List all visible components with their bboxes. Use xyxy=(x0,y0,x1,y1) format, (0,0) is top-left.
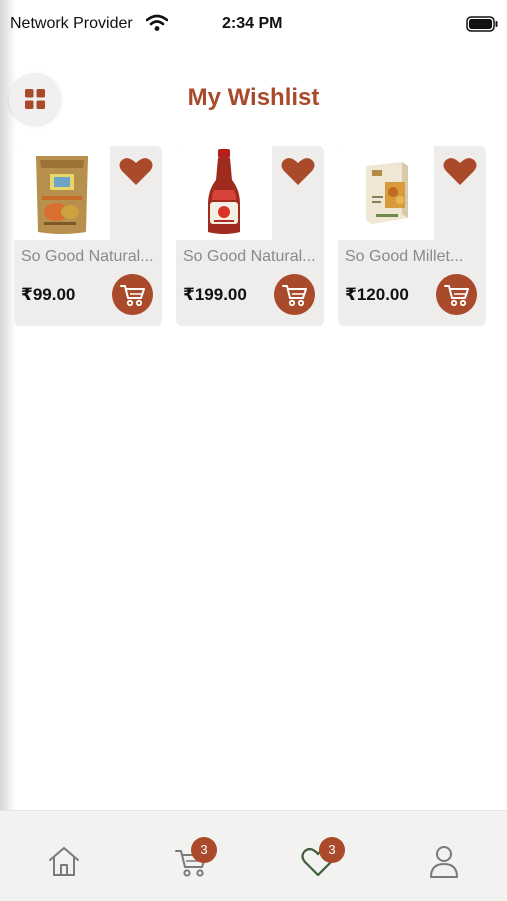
tab-home[interactable] xyxy=(34,811,94,901)
add-to-cart-button[interactable] xyxy=(436,274,477,315)
add-to-cart-button[interactable] xyxy=(274,274,315,315)
wifi-icon xyxy=(146,14,168,31)
cart-icon xyxy=(281,284,307,306)
snack-pouch-image xyxy=(14,146,110,240)
cart-icon xyxy=(119,284,145,306)
product-name: So Good Millet... xyxy=(345,248,464,265)
add-to-cart-button[interactable] xyxy=(112,274,153,315)
carrier-label: Network Provider xyxy=(10,15,133,32)
profile-icon xyxy=(430,846,458,878)
heart-filled-icon[interactable] xyxy=(119,156,153,186)
cart-icon xyxy=(443,284,469,306)
product-image xyxy=(14,146,110,240)
cart-count-badge: 3 xyxy=(191,837,217,863)
edge-shadow xyxy=(0,0,16,810)
product-card[interactable]: So Good Natural... ₹99.00 xyxy=(14,146,162,326)
product-name: So Good Natural... xyxy=(21,248,154,265)
page-title: My Wishlist xyxy=(187,84,320,111)
product-name: So Good Natural... xyxy=(183,248,316,265)
tab-cart[interactable]: 3 xyxy=(162,811,222,901)
sauce-bottle-image xyxy=(176,146,272,240)
tab-wishlist[interactable]: 3 xyxy=(288,811,348,901)
heart-filled-icon[interactable] xyxy=(443,156,477,186)
product-card[interactable]: So Good Millet... ₹120.00 xyxy=(338,146,486,326)
status-bar: Network Provider 2:34 PM xyxy=(0,0,507,50)
heart-filled-icon[interactable] xyxy=(281,156,315,186)
home-icon xyxy=(49,847,79,876)
wishlist-count-badge: 3 xyxy=(319,837,345,863)
product-price: ₹120.00 xyxy=(345,285,409,304)
battery-icon xyxy=(466,16,498,32)
wishlist-products: So Good Natural... ₹99.00 So Good Natura… xyxy=(14,146,494,326)
product-image xyxy=(338,146,434,240)
tab-profile[interactable] xyxy=(414,811,474,901)
bottom-tab-bar: 3 3 xyxy=(0,810,507,901)
product-price: ₹199.00 xyxy=(183,285,247,304)
product-image xyxy=(176,146,272,240)
product-card[interactable]: So Good Natural... ₹199.00 xyxy=(176,146,324,326)
millet-box-image xyxy=(338,146,434,240)
product-price: ₹99.00 xyxy=(21,285,76,304)
clock-time: 2:34 PM xyxy=(222,15,283,32)
